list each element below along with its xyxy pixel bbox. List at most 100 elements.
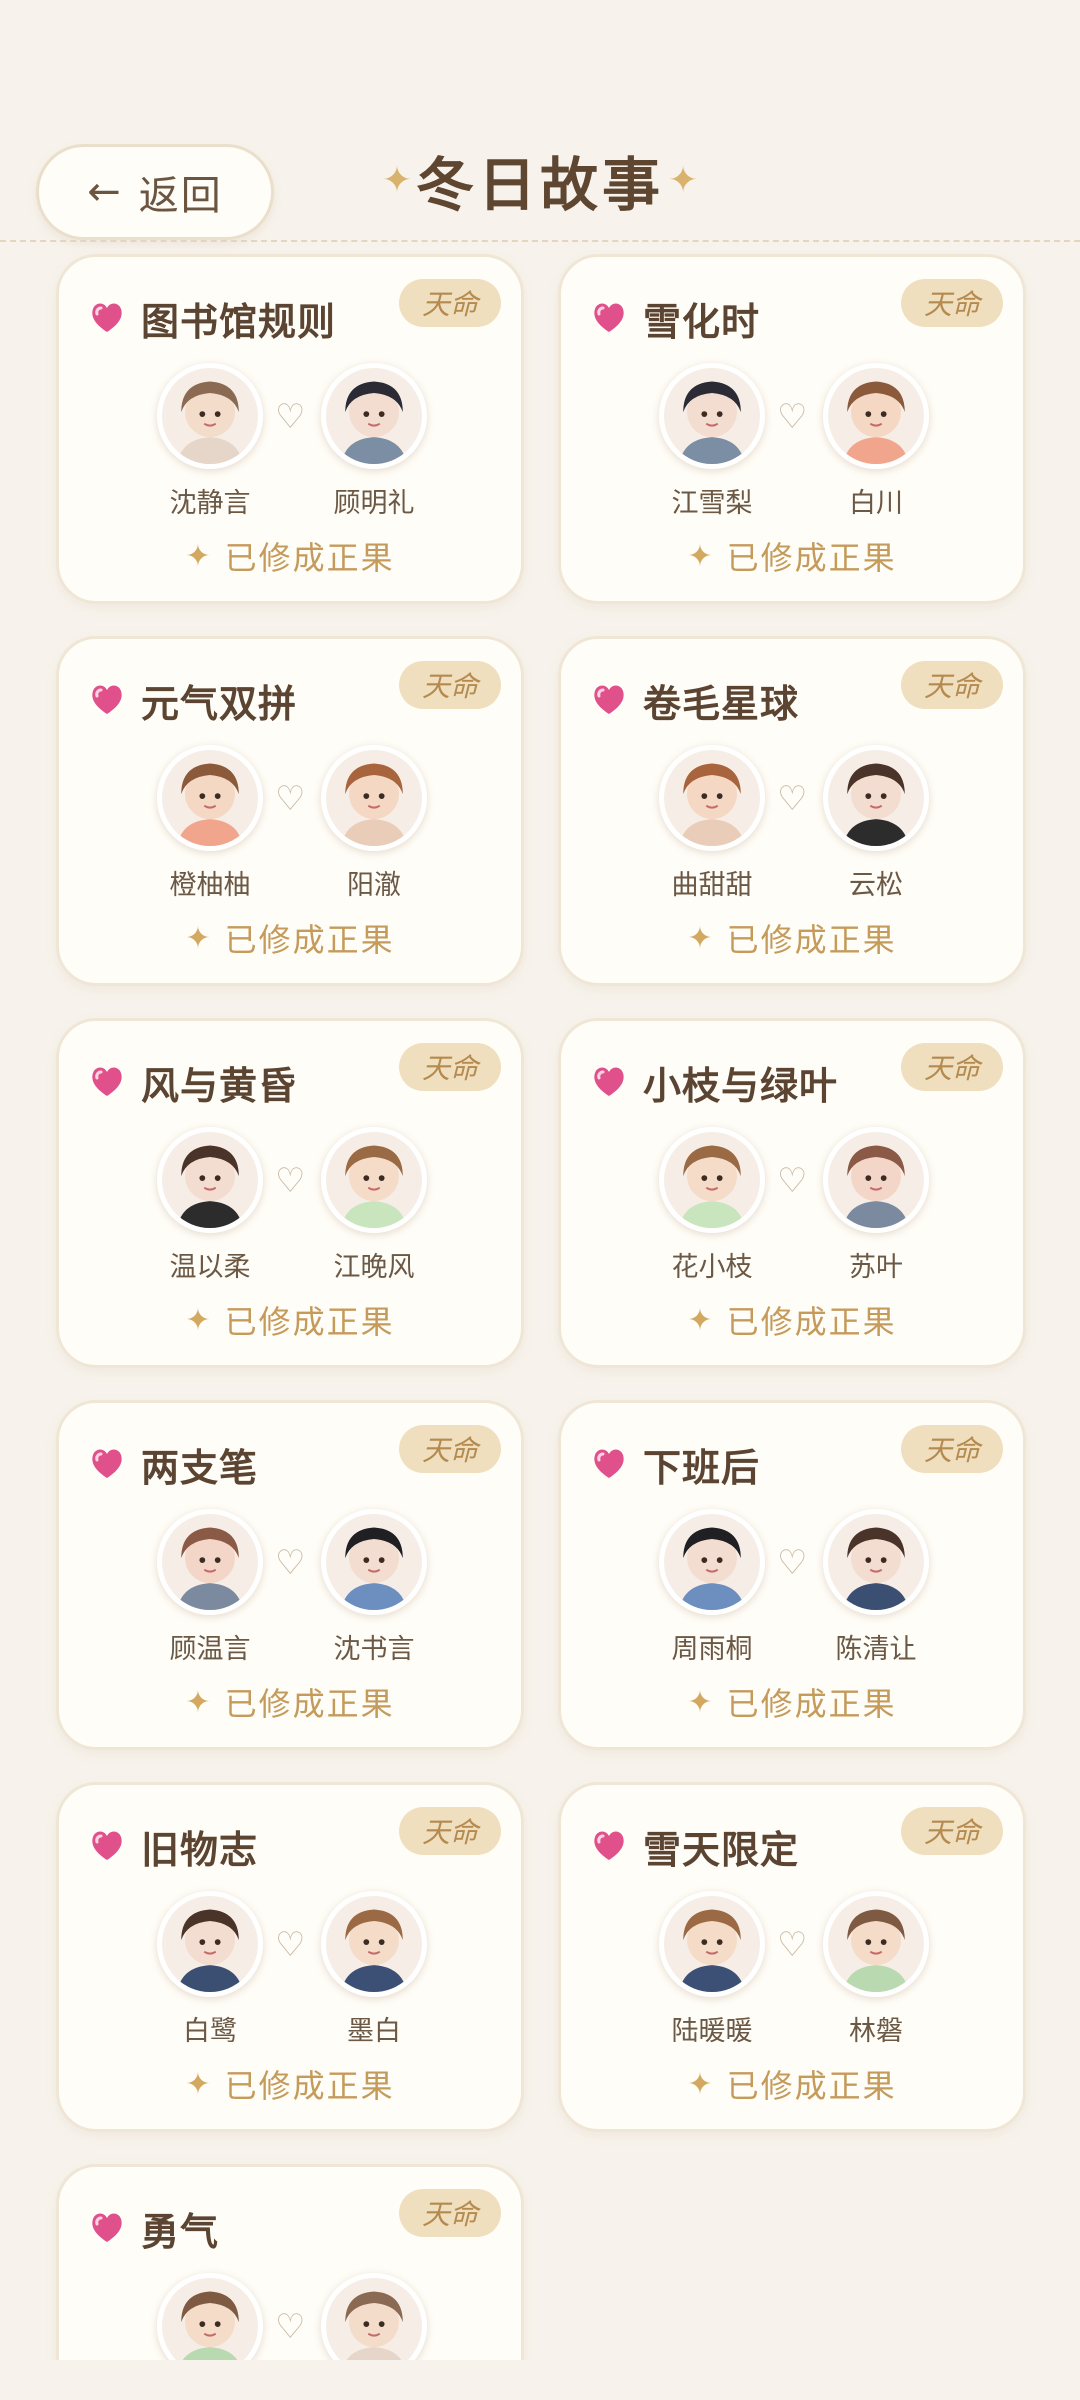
couple-pair: ♡ 花小枝 苏叶 bbox=[561, 1127, 1023, 1283]
fate-badge: 天命 bbox=[399, 2189, 501, 2237]
story-card[interactable]: 天命 小枝与绿叶 ♡ 花小枝 苏叶 ✦ 已修成正果 bbox=[558, 1018, 1026, 1368]
character-name: 温以柔 bbox=[169, 1252, 251, 1283]
couple-pair: ♡ 白鹭 墨白 bbox=[59, 1891, 521, 2047]
character-name: 顾温言 bbox=[169, 1634, 251, 1665]
story-card[interactable]: 天命 卷毛星球 ♡ 曲甜甜 云松 ✦ 已修成正果 bbox=[558, 636, 1026, 986]
back-label: 返回 bbox=[138, 173, 223, 219]
status-row: ✦ 已修成正果 bbox=[59, 533, 521, 579]
story-card[interactable]: 天命 旧物志 ♡ 白鹭 墨白 ✦ 已修成正果 bbox=[56, 1782, 524, 2132]
couple-pair: ♡ 橙柚柚 阳澈 bbox=[59, 745, 521, 901]
avatar[interactable] bbox=[321, 363, 427, 469]
status-text: 已修成正果 bbox=[726, 1303, 897, 1341]
fate-badge: 天命 bbox=[901, 1043, 1003, 1091]
outline-heart-icon: ♡ bbox=[275, 779, 306, 819]
sparkle-icon: ✦ bbox=[687, 538, 713, 574]
status-text: 已修成正果 bbox=[726, 1685, 897, 1723]
avatar[interactable] bbox=[321, 745, 427, 851]
avatar[interactable] bbox=[321, 1891, 427, 1997]
sparkle-icon: ✦ bbox=[185, 1684, 211, 1720]
title-wrap: ✦ 冬日故事 ✦ bbox=[380, 140, 700, 220]
couple-pair: ♡ 沈静言 顾明礼 bbox=[59, 363, 521, 519]
star-icon: ✦ bbox=[668, 159, 699, 201]
avatar[interactable] bbox=[157, 1509, 263, 1615]
pink-heart-icon bbox=[87, 1061, 127, 1105]
story-card[interactable]: 天命 雪化时 ♡ 江雪梨 白川 ✦ 已修成正果 bbox=[558, 254, 1026, 604]
character-name: 橙柚柚 bbox=[169, 870, 251, 901]
avatar[interactable] bbox=[321, 1509, 427, 1615]
back-button[interactable]: ← 返回 bbox=[36, 144, 274, 240]
avatar[interactable] bbox=[157, 2273, 263, 2360]
avatar[interactable] bbox=[157, 1891, 263, 1997]
story-card[interactable]: 天命 图书馆规则 ♡ 沈静言 顾明礼 ✦ 已修成正果 bbox=[56, 254, 524, 604]
star-icon: ✦ bbox=[381, 159, 412, 201]
sparkle-icon: ✦ bbox=[185, 538, 211, 574]
outline-heart-icon: ♡ bbox=[777, 1161, 808, 1201]
story-card[interactable]: 天命 下班后 ♡ 周雨桐 陈清让 ✦ 已修成正果 bbox=[558, 1400, 1026, 1750]
avatar[interactable] bbox=[157, 363, 263, 469]
card-title: 雪天限定 bbox=[643, 1828, 800, 1872]
avatar[interactable] bbox=[659, 363, 765, 469]
couple-pair: ♡ 周雨桐 陈清让 bbox=[561, 1509, 1023, 1665]
avatar[interactable] bbox=[321, 1127, 427, 1233]
avatar[interactable] bbox=[157, 745, 263, 851]
character-name: 花小枝 bbox=[671, 1252, 753, 1283]
card-title: 下班后 bbox=[643, 1446, 761, 1490]
avatar[interactable] bbox=[823, 363, 929, 469]
card-title: 旧物志 bbox=[141, 1828, 259, 1872]
pink-heart-icon bbox=[87, 1825, 127, 1869]
character-name: 云松 bbox=[849, 870, 903, 901]
avatar[interactable] bbox=[659, 1509, 765, 1615]
avatar[interactable] bbox=[823, 745, 929, 851]
character-name: 周雨桐 bbox=[671, 1634, 753, 1665]
avatar[interactable] bbox=[823, 1891, 929, 1997]
sparkle-icon: ✦ bbox=[185, 920, 211, 956]
card-title: 图书馆规则 bbox=[141, 300, 337, 344]
couple-pair: ♡ 顾温言 沈书言 bbox=[59, 1509, 521, 1665]
story-card[interactable]: 天命 两支笔 ♡ 顾温言 沈书言 ✦ 已修成正果 bbox=[56, 1400, 524, 1750]
avatar[interactable] bbox=[823, 1127, 929, 1233]
card-header: 小枝与绿叶 bbox=[589, 1055, 838, 1110]
sparkle-icon: ✦ bbox=[687, 1684, 713, 1720]
status-text: 已修成正果 bbox=[726, 921, 897, 959]
outline-heart-icon: ♡ bbox=[275, 2307, 306, 2347]
fate-badge: 天命 bbox=[399, 661, 501, 709]
story-card[interactable]: 天命 雪天限定 ♡ 陆暖暖 林磐 ✦ 已修成正果 bbox=[558, 1782, 1026, 2132]
fate-badge: 天命 bbox=[399, 279, 501, 327]
status-text: 已修成正果 bbox=[224, 539, 395, 577]
avatar[interactable] bbox=[321, 2273, 427, 2360]
fate-badge: 天命 bbox=[399, 1043, 501, 1091]
couple-pair: ♡ bbox=[59, 2273, 521, 2360]
couple-pair: ♡ 江雪梨 白川 bbox=[561, 363, 1023, 519]
sparkle-icon: ✦ bbox=[687, 1302, 713, 1338]
character-name: 江晚风 bbox=[333, 1252, 415, 1283]
avatar[interactable] bbox=[659, 1891, 765, 1997]
status-row: ✦ 已修成正果 bbox=[59, 1679, 521, 1725]
pink-heart-icon bbox=[589, 1061, 629, 1105]
character-name: 林磐 bbox=[849, 2016, 903, 2047]
character-name: 江雪梨 bbox=[671, 488, 753, 519]
status-row: ✦ 已修成正果 bbox=[561, 1297, 1023, 1343]
story-card[interactable]: 天命 元气双拼 ♡ 橙柚柚 阳澈 ✦ 已修成正果 bbox=[56, 636, 524, 986]
story-card[interactable]: 天命 勇气 ♡ bbox=[56, 2164, 524, 2360]
status-text: 已修成正果 bbox=[224, 1303, 395, 1341]
status-text: 已修成正果 bbox=[726, 539, 897, 577]
card-title: 风与黄昏 bbox=[141, 1064, 298, 1108]
avatar[interactable] bbox=[823, 1509, 929, 1615]
sparkle-icon: ✦ bbox=[185, 1302, 211, 1338]
outline-heart-icon: ♡ bbox=[777, 397, 808, 437]
fate-badge: 天命 bbox=[901, 1807, 1003, 1855]
card-title: 卷毛星球 bbox=[643, 682, 800, 726]
card-header: 图书馆规则 bbox=[87, 291, 336, 346]
status-row: ✦ 已修成正果 bbox=[561, 915, 1023, 961]
avatar[interactable] bbox=[659, 1127, 765, 1233]
avatar[interactable] bbox=[659, 745, 765, 851]
avatar[interactable] bbox=[157, 1127, 263, 1233]
card-title: 雪化时 bbox=[643, 300, 761, 344]
outline-heart-icon: ♡ bbox=[777, 779, 808, 819]
card-header: 风与黄昏 bbox=[87, 1055, 297, 1110]
story-grid: 天命 图书馆规则 ♡ 沈静言 顾明礼 ✦ 已修成正果 天命 雪化时 ♡ 江雪梨 … bbox=[0, 250, 1080, 2360]
couple-pair: ♡ 温以柔 江晚风 bbox=[59, 1127, 521, 1283]
story-card[interactable]: 天命 风与黄昏 ♡ 温以柔 江晚风 ✦ 已修成正果 bbox=[56, 1018, 524, 1368]
sparkle-icon: ✦ bbox=[687, 2066, 713, 2102]
character-name: 白鹭 bbox=[183, 2016, 237, 2047]
